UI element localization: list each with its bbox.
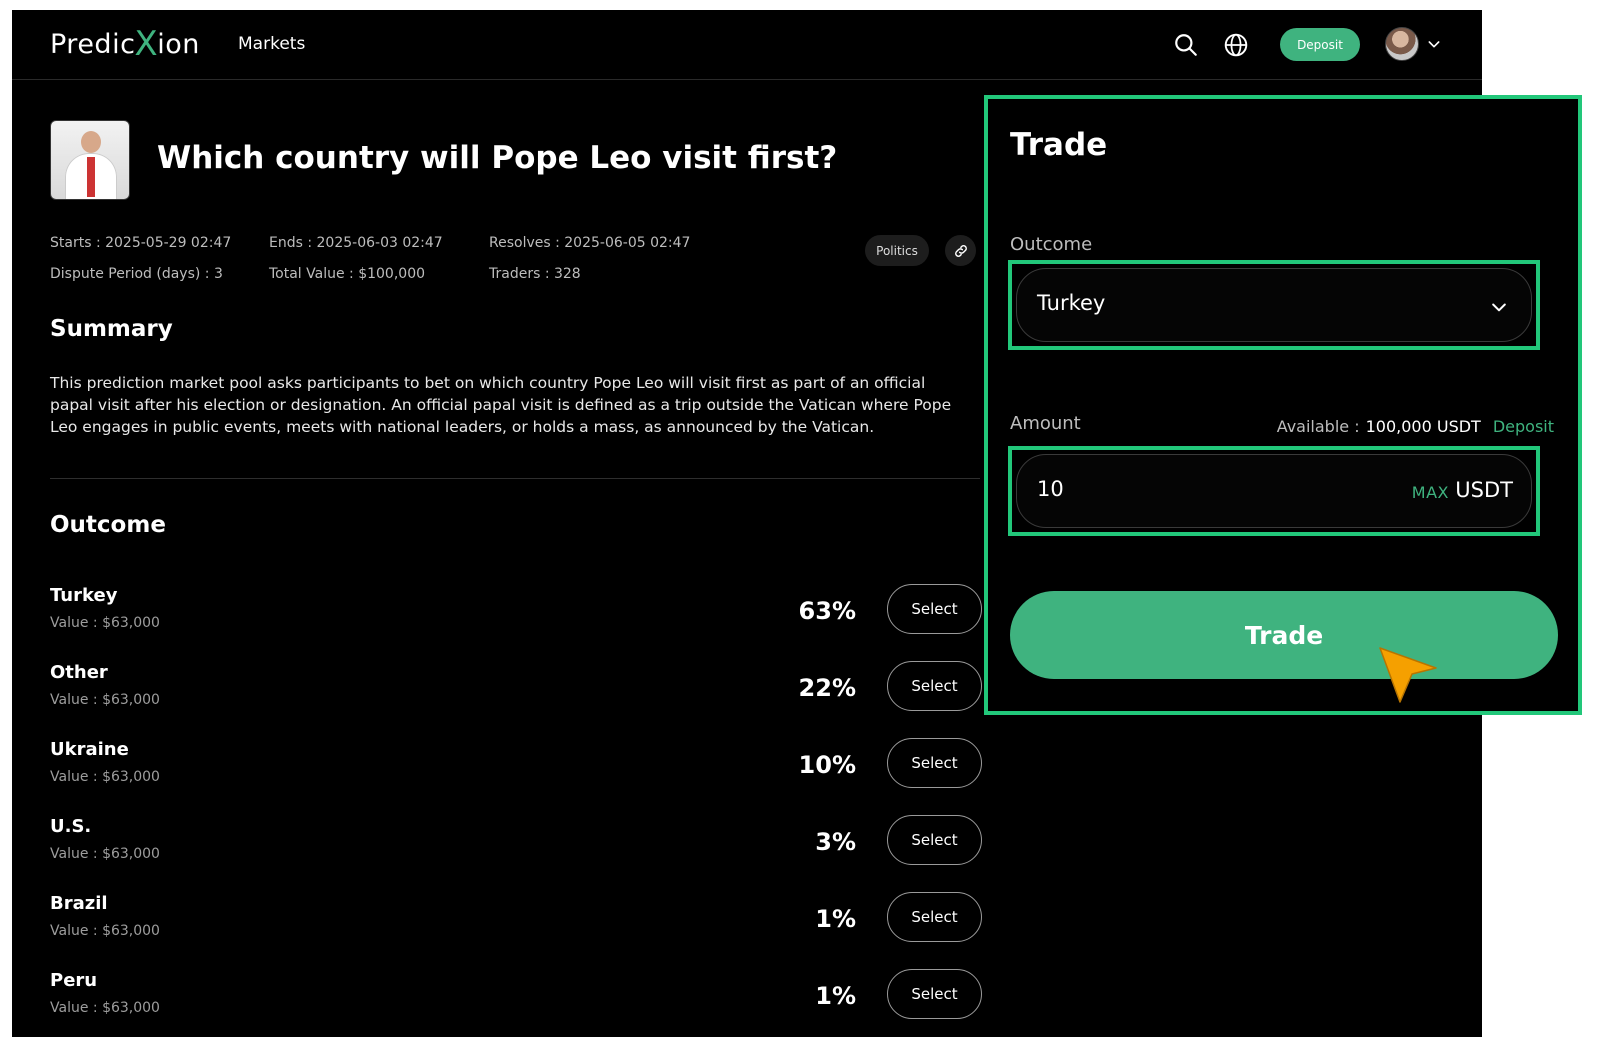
logo[interactable]: Predic Xion [50,24,200,64]
outcome-name: Ukraine [50,739,129,760]
link-icon [954,244,967,257]
copy-link-button[interactable] [945,235,976,266]
avatar[interactable] [1385,27,1419,61]
max-button[interactable]: MAX [1412,483,1449,502]
summary-text: This prediction market pool asks partici… [50,374,952,436]
outcome-percentage: 3% [815,828,856,856]
outcome-name: Turkey [50,585,118,606]
logo-text-x: X [134,24,159,64]
outcome-percentage: 1% [815,982,856,1010]
outcome-row: Turkey Value : $63,000 63% Select [50,584,982,645]
outcome-value: Value : $63,000 [50,769,160,785]
ends-info: Ends : 2025-06-03 02:47 [269,235,443,251]
outcome-value: Value : $63,000 [50,692,160,708]
outcome-value: Value : $63,000 [50,615,160,631]
outcome-percentage: 1% [815,905,856,933]
outcome-label: Outcome [1010,234,1093,255]
outcome-name: Brazil [50,893,108,914]
total-value-info: Total Value : $100,000 [269,266,426,282]
select-button[interactable]: Select [887,661,982,711]
trade-panel: Trade Outcome Turkey Amount Available : 1… [984,95,1582,715]
resolves-info: Resolves : 2025-06-05 02:47 [489,235,691,251]
available-label: Available : [1276,417,1360,436]
select-button[interactable]: Select [887,892,982,942]
outcome-row: U.S. Value : $63,000 3% Select [50,815,982,876]
amount-label: Amount [1010,413,1081,434]
outcome-row: Brazil Value : $63,000 1% Select [50,892,982,953]
outcome-row: Peru Value : $63,000 1% Select [50,969,982,1030]
outcome-heading: Outcome [50,512,166,538]
trade-title: Trade [1010,127,1108,163]
outcome-name: U.S. [50,816,92,837]
market-thumbnail [50,120,130,200]
outcome-percentage: 63% [798,597,856,625]
select-button[interactable]: Select [887,815,982,865]
select-button[interactable]: Select [887,584,982,634]
nav-markets-link[interactable]: Markets [238,34,305,54]
outcome-name: Peru [50,970,98,991]
amount-unit: USDT [1455,478,1513,502]
amount-input[interactable]: 10 MAX USDT [1016,454,1532,528]
globe-icon[interactable] [1223,32,1249,58]
logo-text-pre: Predic [50,28,136,60]
logo-text-post: ion [157,28,200,60]
category-tag[interactable]: Politics [865,235,929,266]
deposit-link[interactable]: Deposit [1493,417,1554,436]
available-balance: Available : 100,000 USDT Deposit [1277,417,1554,436]
outcome-percentage: 22% [798,674,856,702]
available-value: 100,000 USDT [1365,417,1481,436]
outcome-highlight: Turkey [1008,260,1540,350]
outcome-row: Other Value : $63,000 22% Select [50,661,982,722]
outcome-row: Ukraine Value : $63,000 10% Select [50,738,982,799]
outcome-percentage: 10% [798,751,856,779]
traders-info: Traders : 328 [489,266,581,282]
starts-info: Starts : 2025-05-29 02:47 [50,235,232,251]
divider [50,478,980,479]
select-button[interactable]: Select [887,738,982,788]
outcome-value: Value : $63,000 [50,1000,160,1016]
trade-button[interactable]: Trade [1010,591,1558,679]
dispute-info: Dispute Period (days) : 3 [50,266,223,282]
select-button[interactable]: Select [887,969,982,1019]
outcome-value: Value : $63,000 [50,846,160,862]
header-deposit-button[interactable]: Deposit [1280,28,1360,61]
outcome-value: Value : $63,000 [50,923,160,939]
market-title: Which country will Pope Leo visit first? [157,140,838,176]
amount-value: 10 [1037,477,1064,501]
search-icon[interactable] [1173,32,1199,58]
top-navbar: Predic Xion Markets Deposit [12,10,1482,80]
chevron-down-icon[interactable] [1426,36,1442,52]
summary-heading: Summary [50,316,173,342]
outcome-name: Other [50,662,108,683]
amount-highlight: 10 MAX USDT [1008,446,1540,536]
selected-outcome: Turkey [1037,291,1106,315]
outcome-dropdown[interactable]: Turkey [1016,268,1532,342]
chevron-down-icon [1492,303,1506,312]
cursor-icon [1379,647,1437,703]
